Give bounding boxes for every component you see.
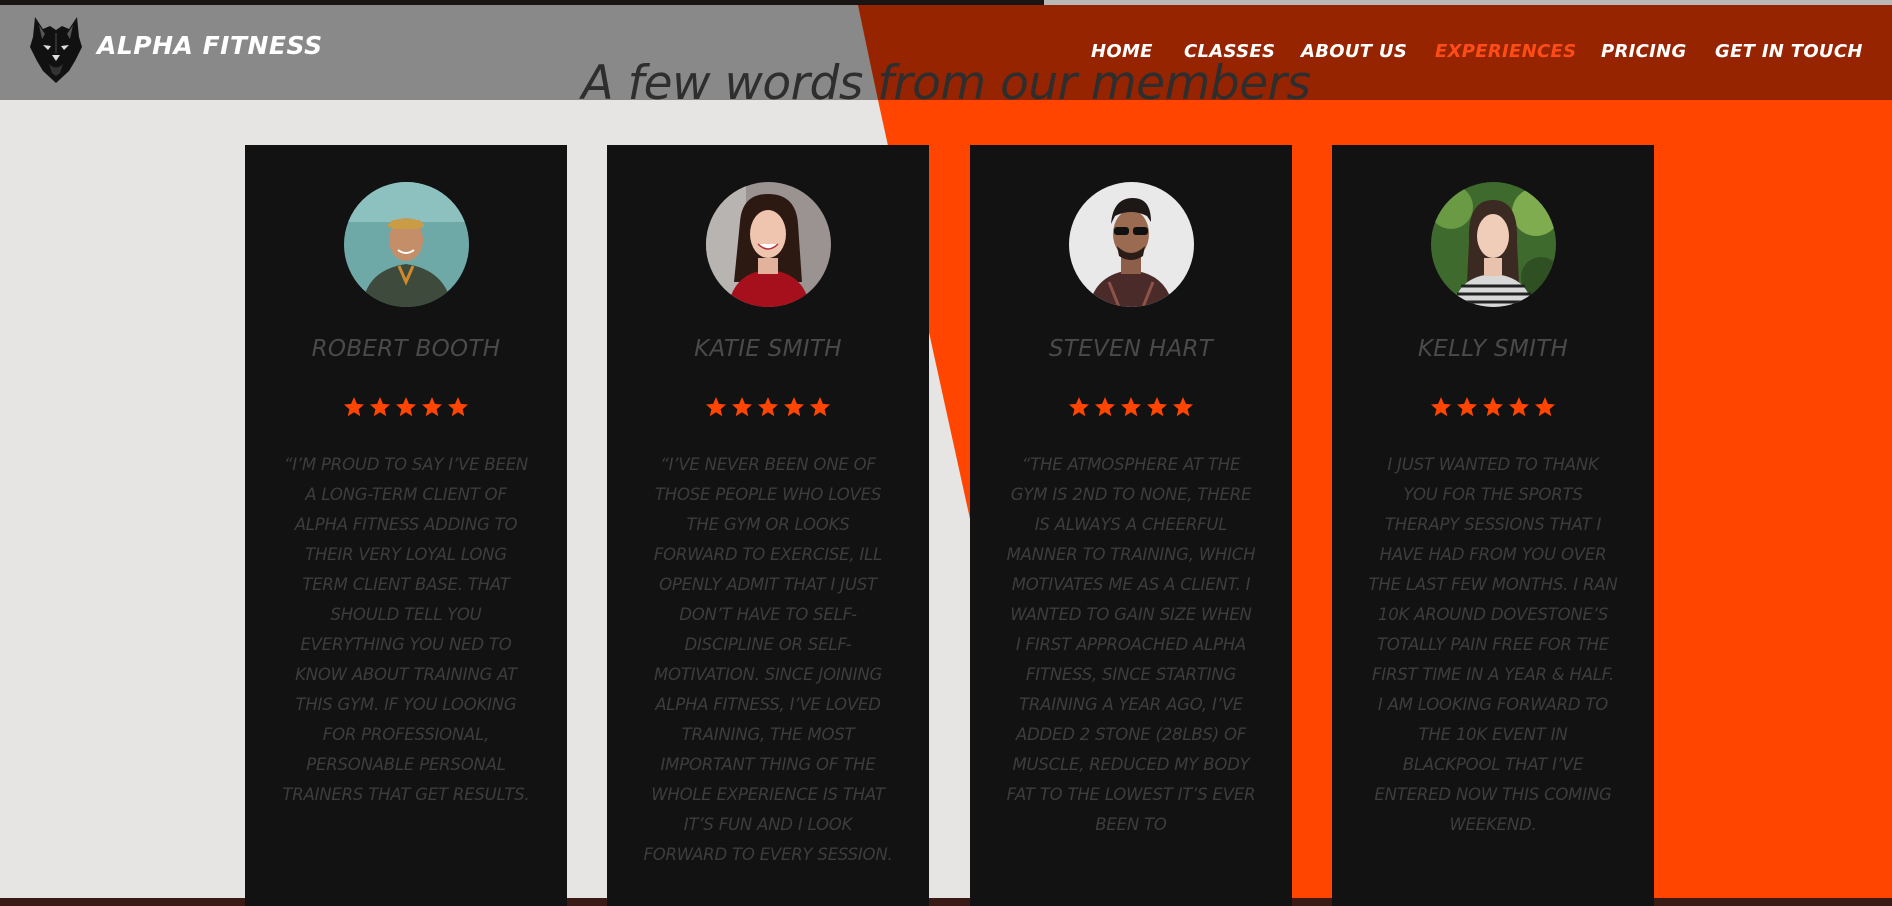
avatar	[706, 182, 831, 307]
star-icon	[448, 397, 468, 417]
member-name: ROBERT BOOTH	[311, 336, 501, 362]
avatar	[1069, 182, 1194, 307]
star-icon	[732, 397, 752, 417]
star-icon	[1535, 397, 1555, 417]
testimonial-quote: “THE ATMOSPHERE AT THE GYM IS 2ND TO NON…	[1006, 455, 1256, 834]
testimonial-quote: “I’M PROUD TO SAY I’VE BEEN A LONG-TERM …	[282, 455, 530, 804]
member-name: STEVEN HART	[1048, 336, 1214, 362]
star-icon	[1431, 397, 1451, 417]
star-icon	[1069, 397, 1089, 417]
star-icon	[784, 397, 804, 417]
star-icon	[758, 397, 778, 417]
star-icon	[1121, 397, 1141, 417]
star-rating	[970, 395, 1292, 423]
star-icon	[370, 397, 390, 417]
testimonial-card: ROBERT BOOTH “I’M PROUD TO SAY I’VE BEEN…	[245, 145, 567, 906]
star-icon	[1147, 397, 1167, 417]
star-icon	[422, 397, 442, 417]
testimonial-card: KELLY SMITH I JUST WANTED TO THANK YOU F…	[1332, 145, 1654, 906]
star-icon	[706, 397, 726, 417]
testimonial-card: STEVEN HART “THE ATMOSPHERE AT THE GYM I…	[970, 145, 1292, 906]
testimonial-card: KATIE SMITH “I’VE NEVER BEEN ONE OF THOS…	[607, 145, 929, 906]
star-icon	[810, 397, 830, 417]
star-rating	[245, 395, 567, 423]
member-name: KATIE SMITH	[694, 336, 842, 362]
star-icon	[1457, 397, 1477, 417]
section-title: A few words from our members	[581, 56, 1311, 111]
member-name: KELLY SMITH	[1417, 336, 1569, 362]
star-icon	[1509, 397, 1529, 417]
star-icon	[344, 397, 364, 417]
star-icon	[1483, 397, 1503, 417]
star-rating	[607, 395, 929, 423]
star-rating	[1332, 395, 1654, 423]
star-icon	[1173, 397, 1193, 417]
star-icon	[396, 397, 416, 417]
testimonial-quote: “I’VE NEVER BEEN ONE OF THOSE PEOPLE WHO…	[643, 455, 893, 864]
avatar	[1431, 182, 1556, 307]
star-icon	[1095, 397, 1115, 417]
testimonial-quote: I JUST WANTED TO THANK YOU FOR THE SPORT…	[1368, 455, 1618, 834]
avatar	[344, 182, 469, 307]
